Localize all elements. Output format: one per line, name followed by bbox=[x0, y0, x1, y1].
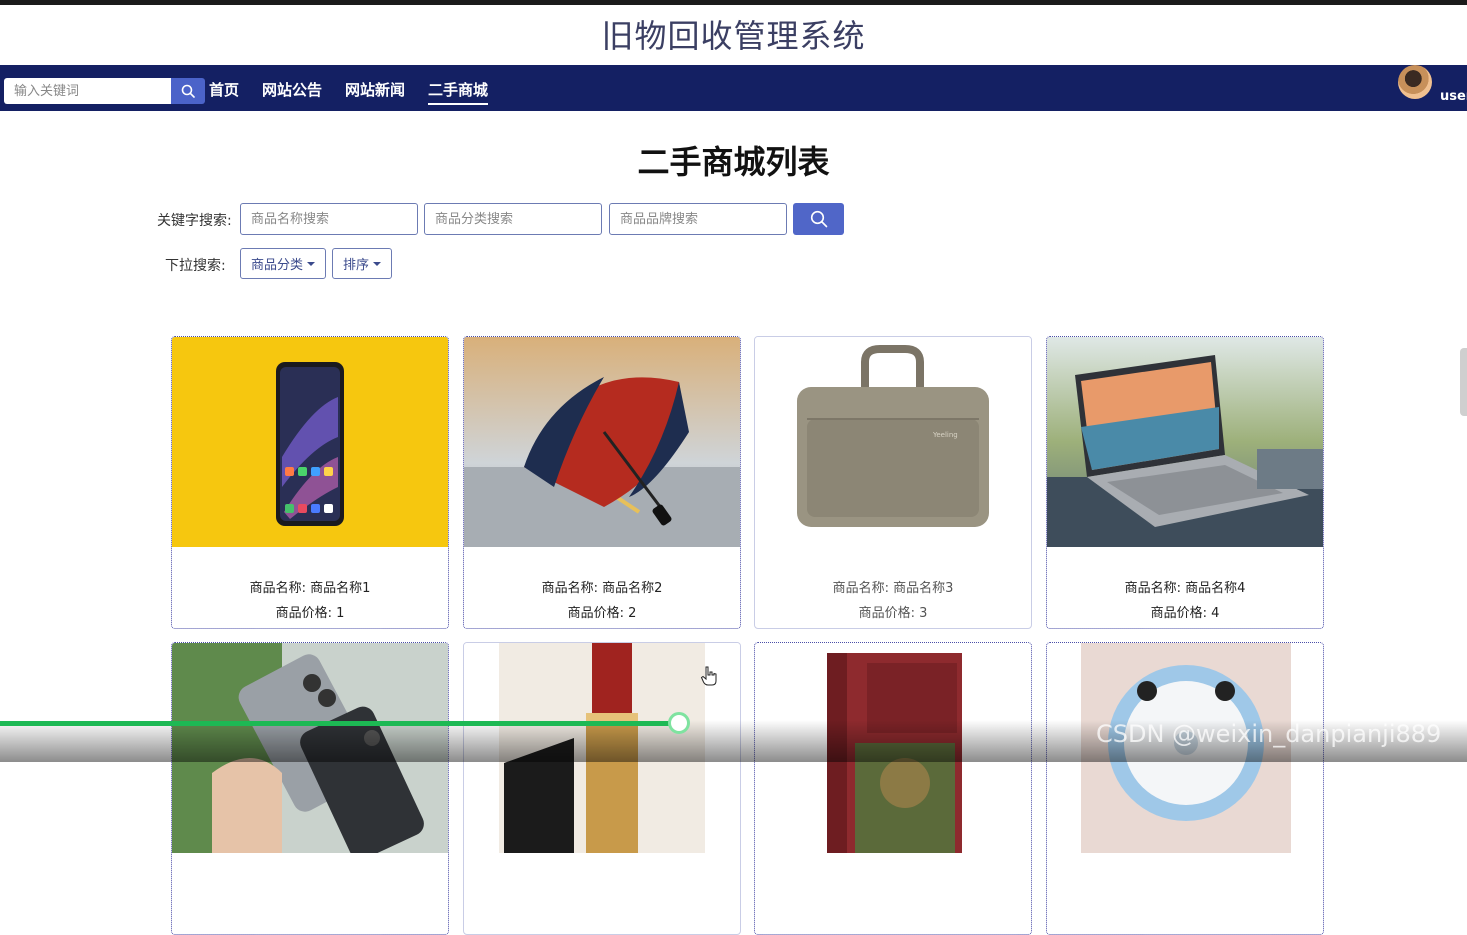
site-title: 旧物回收管理系统 bbox=[601, 17, 866, 55]
filter-search-button[interactable] bbox=[793, 203, 844, 235]
product-image-umbrella bbox=[464, 337, 740, 547]
sort-dropdown-label: 排序 bbox=[343, 258, 370, 273]
nav-search-input[interactable] bbox=[4, 78, 171, 104]
product-name: 商品名称: 商品名称2 bbox=[541, 581, 663, 596]
nav-search-button[interactable] bbox=[171, 78, 205, 104]
product-name: 商品名称: 商品名称3 bbox=[832, 581, 954, 596]
product-image-laptop-bag: Yeeling bbox=[755, 337, 1031, 547]
product-price: 商品价格: 3 bbox=[858, 606, 928, 621]
keyword-search-label: 关键字搜索: bbox=[157, 213, 232, 229]
product-name: 商品名称: 商品名称4 bbox=[1124, 581, 1246, 596]
product-image-smartphone bbox=[172, 337, 448, 547]
product-price: 商品价格: 2 bbox=[567, 606, 637, 621]
product-price: 商品价格: 1 bbox=[275, 606, 345, 621]
video-progress-fill bbox=[0, 721, 679, 726]
category-dropdown-label: 商品分类 bbox=[251, 258, 304, 273]
video-progress-knob[interactable] bbox=[668, 712, 690, 734]
nav-item-announcements[interactable]: 网站公告 bbox=[262, 79, 322, 100]
search-icon bbox=[810, 210, 827, 228]
caret-down-icon bbox=[307, 261, 316, 266]
product-price: 商品价格: 4 bbox=[1150, 606, 1220, 621]
hand-cursor-icon bbox=[700, 666, 717, 686]
product-card[interactable]: 商品名称: 商品名称4 商品价格: 4 bbox=[1046, 336, 1324, 629]
product-category-search-input[interactable] bbox=[424, 203, 602, 235]
dropdown-search-label: 下拉搜索: bbox=[165, 258, 226, 274]
category-dropdown[interactable]: 商品分类 bbox=[240, 248, 327, 279]
product-card[interactable]: Yeeling 商品名称: 商品名称3 商品价格: 3 bbox=[754, 336, 1032, 629]
search-icon bbox=[181, 84, 195, 98]
nav-item-home[interactable]: 首页 bbox=[209, 79, 239, 100]
username[interactable]: user bbox=[1440, 89, 1467, 104]
page-scrollbar-thumb[interactable] bbox=[1460, 348, 1467, 416]
product-brand-search-input[interactable] bbox=[609, 203, 787, 235]
product-image-laptop bbox=[1047, 337, 1323, 547]
site-header: 旧物回收管理系统 bbox=[0, 5, 1467, 65]
product-card[interactable] bbox=[1046, 642, 1324, 935]
nav-bar: 首页 网站公告 网站新闻 二手商城 user bbox=[0, 65, 1467, 111]
nav-item-news[interactable]: 网站新闻 bbox=[345, 79, 405, 100]
page-title: 二手商城列表 bbox=[637, 143, 830, 181]
caret-down-icon bbox=[373, 261, 382, 266]
avatar[interactable] bbox=[1398, 65, 1432, 99]
product-card[interactable] bbox=[754, 642, 1032, 935]
sort-dropdown[interactable]: 排序 bbox=[332, 248, 393, 279]
product-name-search-input[interactable] bbox=[240, 203, 418, 235]
watermark: CSDN @weixin_danpianji889 bbox=[1096, 720, 1442, 748]
nav-item-mall[interactable]: 二手商城 bbox=[428, 79, 489, 105]
svg-text:Yeeling: Yeeling bbox=[932, 431, 958, 439]
product-card[interactable]: 商品名称: 商品名称1 商品价格: 1 bbox=[171, 336, 449, 629]
product-name: 商品名称: 商品名称1 bbox=[249, 581, 371, 596]
product-card[interactable] bbox=[171, 642, 449, 935]
product-card[interactable]: 商品名称: 商品名称2 商品价格: 2 bbox=[463, 336, 741, 629]
